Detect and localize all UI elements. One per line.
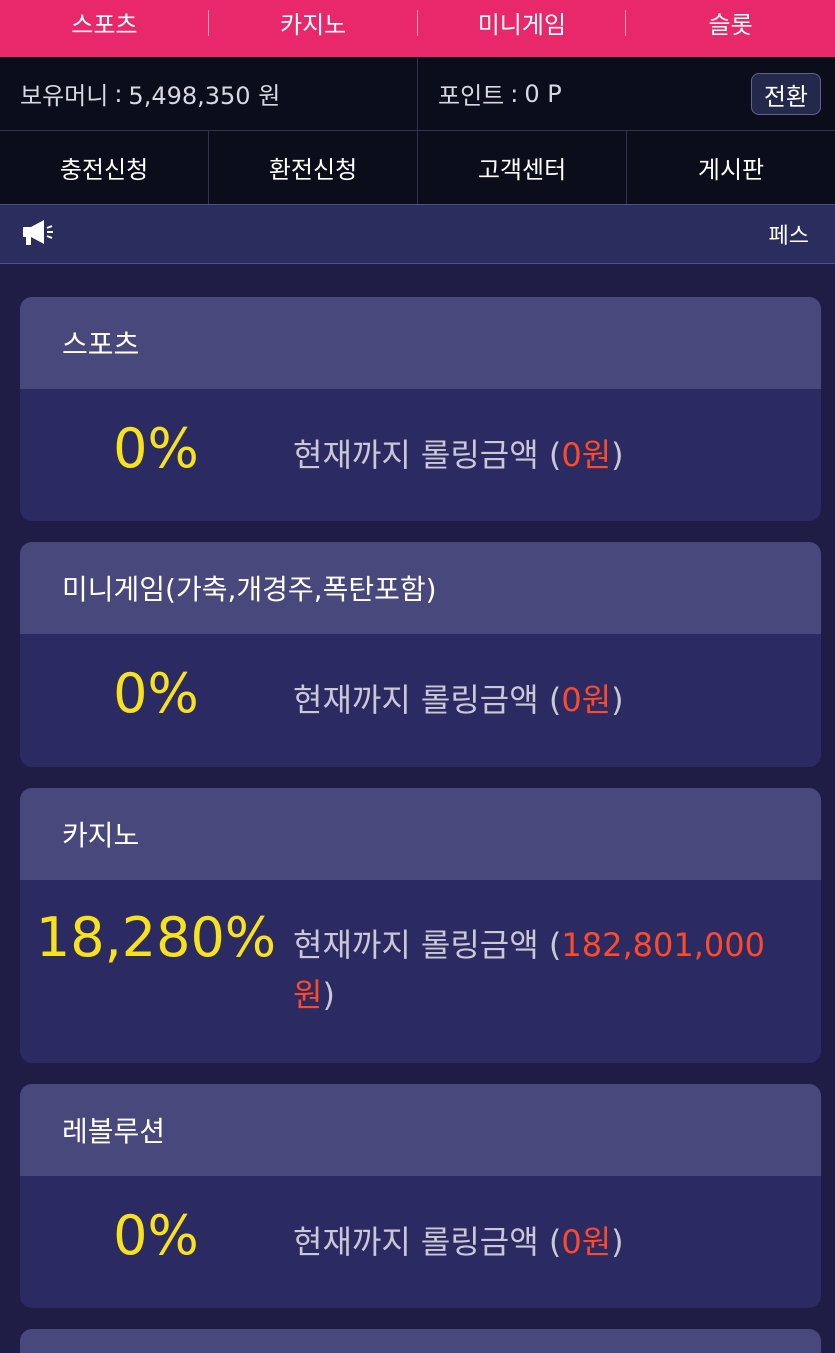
megaphone-icon xyxy=(22,218,54,250)
menu-customer-center[interactable]: 고객센터 xyxy=(418,131,627,204)
menu-deposit-request[interactable]: 충전신청 xyxy=(0,131,209,204)
rolling-card-partial xyxy=(20,1329,821,1353)
rolling-amount-text: 현재까지 롤링금액 (182,801,000원) xyxy=(293,920,793,1020)
card-body: 0% 현재까지 롤링금액 (0원) xyxy=(20,634,821,767)
rolling-desc-prefix: 현재까지 롤링금액 ( xyxy=(293,681,562,719)
rolling-card-sports: 스포츠 0% 현재까지 롤링금액 (0원) xyxy=(20,297,821,521)
points-separator: : xyxy=(510,79,519,108)
rolling-percent: 0% xyxy=(113,417,199,480)
balance-display: 보유머니 : 5,498,350 원 xyxy=(0,57,418,130)
rolling-desc-prefix: 현재까지 롤링금액 ( xyxy=(293,436,562,474)
card-body: 0% 현재까지 롤링금액 (0원) xyxy=(20,1176,821,1308)
rolling-desc-prefix: 현재까지 롤링금액 ( xyxy=(293,1223,562,1261)
rolling-card-revolution: 레볼루션 0% 현재까지 롤링금액 (0원) xyxy=(20,1084,821,1308)
card-title: 레볼루션 xyxy=(20,1084,821,1176)
rolling-amount: 0원 xyxy=(561,681,612,719)
top-category-nav: 스포츠 카지노 미니게임 슬롯 xyxy=(0,0,835,57)
convert-points-button[interactable]: 전환 xyxy=(750,73,821,115)
tab-minigame[interactable]: 미니게임 xyxy=(418,0,627,44)
card-body: 18,280% 현재까지 롤링금액 (182,801,000원) xyxy=(20,880,821,1063)
rolling-amount: 0원 xyxy=(561,1223,612,1261)
menu-withdraw-request[interactable]: 환전신청 xyxy=(209,131,418,204)
rolling-desc-suffix: ) xyxy=(322,976,335,1014)
rolling-card-minigame: 미니게임(가축,개경주,폭탄포함) 0% 현재까지 롤링금액 (0원) xyxy=(20,542,821,767)
rolling-amount-text: 현재까지 롤링금액 (0원) xyxy=(293,675,793,725)
card-body: 0% 현재까지 롤링금액 (0원) xyxy=(20,389,821,521)
rolling-percent: 0% xyxy=(113,1204,199,1267)
rolling-percent: 18,280% xyxy=(35,906,277,969)
menu-board[interactable]: 게시판 xyxy=(627,131,835,204)
notice-bar: 페스 xyxy=(0,204,835,264)
points-value: 0 P xyxy=(524,79,562,108)
tab-casino[interactable]: 카지노 xyxy=(209,0,418,44)
balance-label: 보유머니 xyxy=(20,82,109,110)
points-label: 포인트 xyxy=(438,82,505,110)
card-title: 카지노 xyxy=(20,788,821,880)
account-info-bar: 보유머니 : 5,498,350 원 포인트 : 0 P 전환 xyxy=(0,57,835,131)
rolling-amount-text: 현재까지 롤링금액 (0원) xyxy=(293,1217,793,1267)
tab-slot[interactable]: 슬롯 xyxy=(626,0,835,44)
card-title: 미니게임(가축,개경주,폭탄포함) xyxy=(20,542,821,634)
notice-text: 페스 xyxy=(768,224,809,249)
rolling-amount-text: 현재까지 롤링금액 (0원) xyxy=(293,430,793,480)
card-title: 스포츠 xyxy=(20,297,821,389)
rolling-desc-suffix: ) xyxy=(611,1223,624,1261)
balance-value: 5,498,350 원 xyxy=(128,82,281,110)
tab-sports[interactable]: 스포츠 xyxy=(0,0,209,44)
balance-separator: : xyxy=(114,79,123,108)
rolling-desc-suffix: ) xyxy=(611,436,624,474)
card-title xyxy=(20,1329,821,1353)
rolling-desc-prefix: 현재까지 롤링금액 ( xyxy=(293,926,562,964)
rolling-percent: 0% xyxy=(113,662,199,725)
points-display: 포인트 : 0 P 전환 xyxy=(418,57,835,130)
rolling-amount: 0원 xyxy=(561,436,612,474)
rolling-desc-suffix: ) xyxy=(611,681,624,719)
main-menu: 충전신청 환전신청 고객센터 게시판 xyxy=(0,131,835,204)
rolling-card-casino: 카지노 18,280% 현재까지 롤링금액 (182,801,000원) xyxy=(20,788,821,1063)
